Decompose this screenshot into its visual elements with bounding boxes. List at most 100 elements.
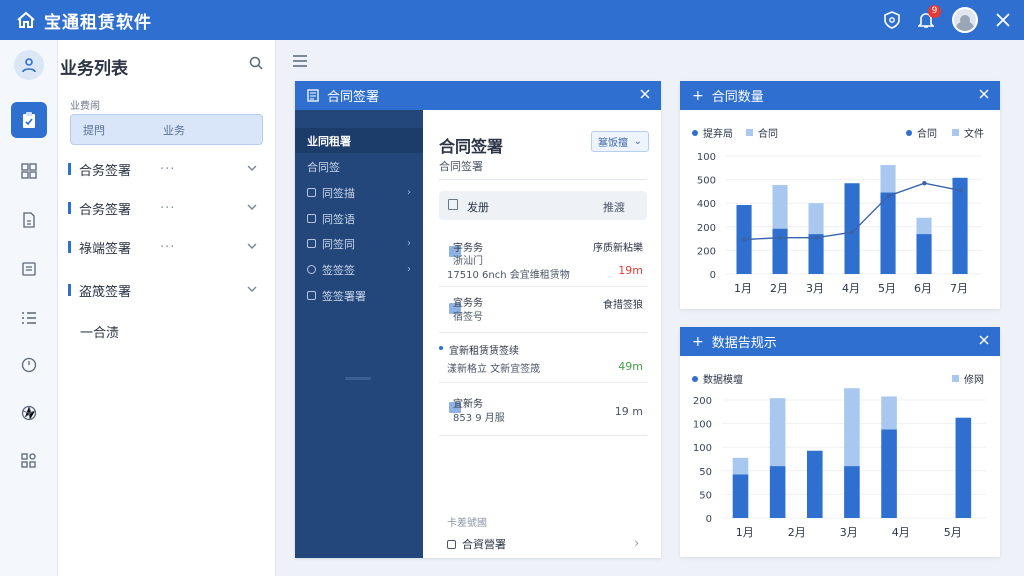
y-tick-label: 200 [697,246,716,257]
menu-icon[interactable] [292,54,308,68]
close-icon[interactable] [978,334,990,346]
row-status: 序质新粘樂 [593,243,643,254]
line-point [922,181,927,186]
contract-nav: 业同租署 合同签 同签描 › 同签语 同签同 › 签签签 › 签签署署 [295,110,423,558]
user-icon [22,58,36,73]
close-icon[interactable] [639,88,651,100]
row-value: 49m [618,360,643,373]
y-tick-label: 0 [710,270,716,281]
search-right-label[interactable]: 推渡 [603,199,625,215]
check-icon [307,265,316,274]
nav-item[interactable]: 同签描 › [295,180,423,205]
list-item[interactable]: 宜新租赁赁签续 漾新格立 文新宜签筬 49m [439,340,647,383]
list-item[interactable]: 宜新务 853 9 月服 19 m [439,393,647,436]
rail-clock[interactable] [11,347,47,383]
chevron-right-icon[interactable]: › [634,536,639,550]
x-tick-label: 7月 [950,282,968,295]
nav-item-label: 同签语 [322,212,355,226]
rail-notes[interactable] [11,251,47,287]
bar [880,165,896,193]
rail-contracts[interactable] [11,102,47,138]
sidebar-search-button[interactable] [249,56,263,73]
chevron-down-icon[interactable] [246,201,258,213]
nav-item[interactable]: 签签签 › [295,257,423,282]
chevron-down-icon[interactable] [246,283,258,295]
nav-item[interactable]: 签签署署 [295,283,423,308]
avatar[interactable] [952,7,978,33]
more-icon[interactable]: ··· [160,162,175,177]
bar [844,183,860,274]
x-tick-label: 5月 [944,526,962,539]
chevron-down-icon[interactable] [246,162,258,174]
plus-icon[interactable]: + [692,88,704,104]
sidebar-plain-item[interactable]: 一合渍 [80,322,119,341]
row-value: 19m [618,264,643,277]
file-icon [307,214,316,223]
home-icon [17,11,35,28]
rail-dashboard[interactable] [11,153,47,189]
user-avatar-button[interactable] [14,50,44,80]
sidebar-group-label: 盗筬签署 [79,284,132,300]
bar [806,450,823,518]
content-subtitle: 合同签署 [439,160,483,173]
rail-apps[interactable] [11,443,47,479]
chart2-title: 数据告规示 [711,336,777,351]
chevron-down-icon[interactable] [246,240,258,252]
bar [769,466,786,518]
y-tick-label: 100 [693,443,712,454]
y-tick-label: 50 [699,467,712,478]
filter-option-left[interactable]: 提閂 [83,122,105,138]
close-button[interactable] [996,13,1010,27]
y-tick-label: 400 [697,199,716,210]
nav-item[interactable]: 合同签 [295,154,423,179]
content-title: 合同签署 [439,137,504,156]
nav-item[interactable]: 同签语 [295,206,423,231]
nav-item-label: 签签署署 [322,289,366,303]
footer-label: 卡差號國 [447,518,487,529]
clipboard-icon [23,112,35,128]
close-icon[interactable] [978,88,990,100]
sidebar-group[interactable]: 合务签署 ··· [68,155,264,183]
list-item[interactable]: 宇务务 浙汕门 17510 6nch 会宜维租赁物 序质新粘樂 19m [439,236,647,287]
filter-dropdown[interactable]: 簊饭擅 ⌄ [591,131,649,152]
more-icon[interactable]: ··· [160,240,175,255]
contract-panel-title: 合同签署 [327,90,380,105]
file-icon [448,199,458,210]
bar [808,203,824,235]
bar [844,388,860,467]
nav-item[interactable]: 业同租署 [295,128,423,153]
bar [881,396,897,430]
bar [916,217,932,235]
notification-button[interactable]: 9 [918,5,941,29]
search-icon [249,56,263,70]
app-logo: 宝通租赁软件 [0,8,152,33]
footer-item[interactable]: 合資營署 [447,536,506,552]
sidebar-group[interactable]: 盗筬签署 [68,276,264,304]
chevron-right-icon: › [407,264,411,275]
line-point [778,235,783,240]
plus-icon[interactable]: + [692,334,704,350]
rail-list[interactable] [11,300,47,336]
sidebar-group[interactable]: 合务签署 ··· [68,194,264,222]
filter-option-right[interactable]: 业务 [163,122,185,138]
row-title: 宜务务 [453,298,483,309]
contract-search-bar[interactable]: 发册 推渡 [439,191,647,220]
x-tick-label: 4月 [842,282,860,295]
filter-selector[interactable]: 提閂 业务 [70,114,263,145]
contract-panel-header: 合同签署 [295,81,661,110]
y-tick-label: 0 [706,514,712,525]
sidebar-group[interactable]: 祿端签署 ··· [68,233,264,261]
nav-item[interactable]: 同签同 › [295,231,423,256]
line-point [886,193,891,199]
document-icon [23,212,35,228]
bar [772,228,788,274]
y-tick-label: 200 [693,396,712,407]
rail-documents[interactable] [11,202,47,238]
more-icon[interactable]: ··· [160,201,175,216]
list-item[interactable]: 宜务务 宿签号 食措签狼 [439,290,647,333]
nav-scrollbar[interactable] [345,377,371,380]
security-button[interactable] [884,11,900,29]
checkbox-icon[interactable] [447,540,456,549]
rail-settings[interactable] [11,395,47,431]
notification-badge: 9 [928,5,941,18]
